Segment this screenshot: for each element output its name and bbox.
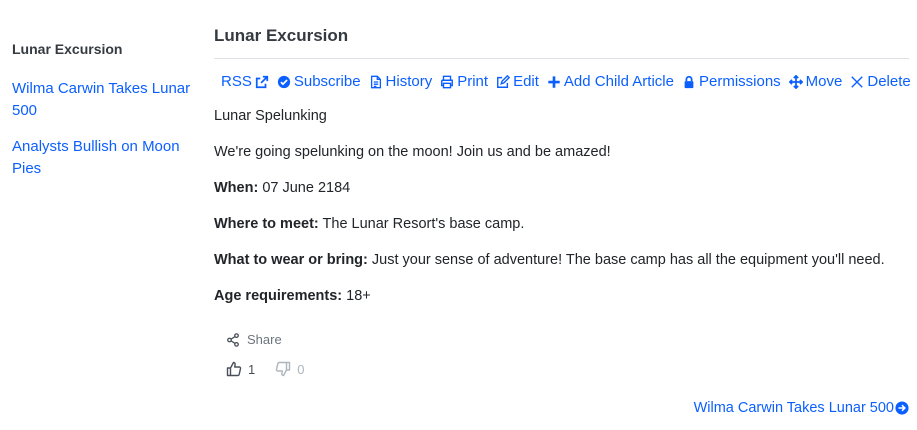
- thumbs-down-icon: [275, 361, 297, 377]
- edit-label: Edit: [513, 73, 539, 90]
- field-where-to-meet: Where to meet: The Lunar Resort's base c…: [214, 214, 909, 234]
- print-button[interactable]: Print: [440, 73, 488, 90]
- field-age-requirements: Age requirements: 18+: [214, 286, 909, 306]
- thumbs-down-button[interactable]: 0: [275, 361, 304, 377]
- ratings: 1 0: [226, 361, 909, 377]
- external-link-icon: [255, 75, 269, 89]
- field-what-to-wear: What to wear or bring: Just your sense o…: [214, 250, 909, 270]
- share-button[interactable]: Share: [226, 332, 909, 347]
- field-label: What to wear or bring:: [214, 252, 368, 268]
- move-button[interactable]: Move: [788, 73, 843, 90]
- close-icon: [850, 75, 864, 89]
- rss-button[interactable]: RSS: [221, 73, 269, 90]
- printer-icon: [440, 75, 454, 89]
- arrow-right-circle-icon: [894, 401, 909, 415]
- thumbs-up-count: 1: [248, 361, 256, 377]
- field-value: Just your sense of adventure! The base c…: [371, 252, 885, 268]
- sidebar: Lunar Excursion Wilma Carwin Takes Lunar…: [12, 38, 197, 194]
- document-icon: [369, 75, 383, 89]
- field-value: 07 June 2184: [262, 180, 351, 196]
- share-label: Share: [247, 332, 282, 347]
- article-intro: We're going spelunking on the moon! Join…: [214, 144, 611, 160]
- subscribe-button[interactable]: Subscribe: [277, 73, 361, 90]
- field-label: When:: [214, 180, 259, 196]
- delete-button[interactable]: Delete: [850, 73, 911, 90]
- field-label: Where to meet:: [214, 216, 319, 232]
- thumbs-up-button[interactable]: 1: [226, 361, 255, 377]
- share-icon: [226, 332, 247, 347]
- field-when: When: 07 June 2184: [214, 178, 909, 198]
- article-subheading: Lunar Spelunking: [214, 108, 327, 124]
- next-article-label: Wilma Carwin Takes Lunar 500: [693, 400, 894, 416]
- print-label: Print: [457, 73, 489, 90]
- field-value: 18+: [346, 288, 371, 304]
- rss-label: RSS: [221, 73, 252, 90]
- permissions-button[interactable]: Permissions: [682, 73, 781, 90]
- article-toolbar: RSS Subscribe History Print Edit Add Chi…: [221, 73, 911, 90]
- sidebar-link-wilma-carwin[interactable]: Wilma Carwin Takes Lunar 500: [12, 78, 197, 122]
- lock-icon: [682, 75, 696, 89]
- edit-button[interactable]: Edit: [496, 73, 539, 90]
- add-child-article-button[interactable]: Add Child Article: [547, 73, 674, 90]
- sidebar-title: Lunar Excursion: [12, 41, 123, 57]
- edit-icon: [496, 74, 511, 89]
- add-child-article-label: Add Child Article: [563, 73, 674, 90]
- permissions-label: Permissions: [698, 73, 781, 90]
- plus-icon: [547, 75, 561, 89]
- thumbs-up-icon: [226, 361, 248, 377]
- thumbs-down-count: 0: [297, 361, 305, 377]
- check-circle-icon: [277, 75, 291, 89]
- history-label: History: [385, 73, 433, 90]
- sidebar-link-moon-pies[interactable]: Analysts Bullish on Moon Pies: [12, 136, 197, 180]
- next-article-link[interactable]: Wilma Carwin Takes Lunar 500: [694, 400, 909, 416]
- history-button[interactable]: History: [369, 73, 433, 90]
- subscribe-label: Subscribe: [293, 73, 361, 90]
- article-title: Lunar Excursion: [214, 24, 909, 59]
- field-label: Age requirements:: [214, 288, 343, 304]
- field-value: The Lunar Resort's base camp.: [322, 216, 525, 232]
- move-arrows-icon: [788, 74, 803, 89]
- move-label: Move: [805, 73, 843, 90]
- article-main: Lunar Excursion RSS Subscribe History Pr…: [214, 24, 911, 377]
- delete-label: Delete: [867, 73, 911, 90]
- article-body: Lunar Spelunking We're going spelunking …: [214, 106, 909, 306]
